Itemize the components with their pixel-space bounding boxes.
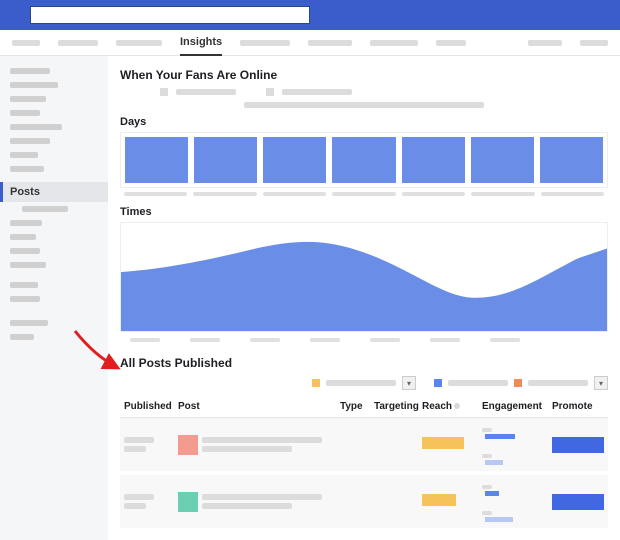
times-axis-labels xyxy=(120,338,608,342)
sidebar-item[interactable] xyxy=(0,92,108,106)
legend-text xyxy=(282,89,352,95)
engagement-bars xyxy=(482,428,515,465)
sidebar-item[interactable] xyxy=(0,258,108,272)
day-bar xyxy=(194,137,257,183)
times-area-chart xyxy=(120,222,608,332)
sidebar-item[interactable] xyxy=(0,120,108,134)
reach-bar xyxy=(422,437,464,449)
sidebar-item[interactable] xyxy=(0,64,108,78)
promote-button[interactable] xyxy=(552,437,604,453)
engagement-bars xyxy=(482,485,513,522)
day-bar xyxy=(263,137,326,183)
day-bar xyxy=(471,137,534,183)
day-bar xyxy=(402,137,465,183)
col-targeting[interactable]: Targeting xyxy=(370,396,418,418)
top-tabs: Insights xyxy=(0,30,620,56)
sidebar-item-label: Posts xyxy=(10,186,40,198)
sidebar-item[interactable] xyxy=(0,230,108,244)
sidebar-item[interactable] xyxy=(0,278,108,292)
top-bar xyxy=(0,0,620,30)
col-published[interactable]: Published xyxy=(120,396,174,418)
legend-swatch xyxy=(266,88,274,96)
day-axis-labels xyxy=(120,192,608,196)
section-title-fans-online: When Your Fans Are Online xyxy=(120,68,608,82)
sidebar-item[interactable] xyxy=(0,134,108,148)
sidebar-item[interactable] xyxy=(0,316,108,330)
swatch-icon xyxy=(434,379,442,387)
legend-text xyxy=(176,89,236,95)
tab-item[interactable] xyxy=(116,30,162,56)
filter-label xyxy=(326,380,396,386)
legend-swatch xyxy=(160,88,168,96)
filter-label xyxy=(528,380,588,386)
post-thumbnail xyxy=(178,435,198,455)
all-posts-section: All Posts Published ▾ ▾ Published xyxy=(120,356,608,528)
sidebar: Posts xyxy=(0,56,108,540)
sidebar-item[interactable] xyxy=(0,216,108,230)
day-bar xyxy=(332,137,395,183)
day-bar xyxy=(125,137,188,183)
post-thumbnail xyxy=(178,492,198,512)
reach-bar xyxy=(422,494,456,506)
filter-row: ▾ ▾ xyxy=(120,376,608,390)
tab-item[interactable] xyxy=(12,30,40,56)
sidebar-item[interactable] xyxy=(0,292,108,306)
subtitle-times: Times xyxy=(120,206,608,218)
sidebar-item[interactable] xyxy=(0,162,108,176)
legend-row xyxy=(120,88,608,96)
sidebar-item[interactable] xyxy=(0,244,108,258)
tab-insights[interactable]: Insights xyxy=(180,30,222,56)
col-type[interactable]: Type xyxy=(336,396,370,418)
filter-label xyxy=(448,380,508,386)
table-header-row: Published Post Type Targeting Reach Enga… xyxy=(120,396,608,418)
sidebar-item[interactable] xyxy=(0,330,108,344)
days-bar-chart xyxy=(120,132,608,188)
table-row[interactable] xyxy=(120,473,608,528)
col-engagement[interactable]: Engagement xyxy=(478,396,548,418)
sidebar-item[interactable] xyxy=(0,202,108,216)
tab-item[interactable] xyxy=(528,30,562,56)
tab-item[interactable] xyxy=(308,30,352,56)
sidebar-item[interactable] xyxy=(0,106,108,120)
sidebar-item[interactable] xyxy=(0,148,108,162)
description-text xyxy=(244,102,484,108)
tab-item[interactable] xyxy=(58,30,98,56)
tab-item[interactable] xyxy=(370,30,418,56)
col-reach[interactable]: Reach xyxy=(418,396,478,418)
swatch-icon xyxy=(514,379,522,387)
tab-label: Insights xyxy=(180,36,222,48)
col-post[interactable]: Post xyxy=(174,396,336,418)
section-title-all-posts: All Posts Published xyxy=(120,356,608,370)
dropdown-toggle[interactable]: ▾ xyxy=(594,376,608,390)
main-content: When Your Fans Are Online Days Times xyxy=(108,56,620,540)
tab-item[interactable] xyxy=(436,30,466,56)
day-bar xyxy=(540,137,603,183)
sidebar-item[interactable] xyxy=(0,78,108,92)
promote-button[interactable] xyxy=(552,494,604,510)
col-promote[interactable]: Promote xyxy=(548,396,608,418)
info-icon xyxy=(454,403,460,409)
tab-item[interactable] xyxy=(580,30,608,56)
swatch-icon xyxy=(312,379,320,387)
dropdown-toggle[interactable]: ▾ xyxy=(402,376,416,390)
table-row[interactable] xyxy=(120,418,608,474)
sidebar-item-posts[interactable]: Posts xyxy=(0,182,108,202)
posts-table: Published Post Type Targeting Reach Enga… xyxy=(120,396,608,528)
subtitle-days: Days xyxy=(120,116,608,128)
tab-item[interactable] xyxy=(240,30,290,56)
search-input[interactable] xyxy=(30,6,310,24)
